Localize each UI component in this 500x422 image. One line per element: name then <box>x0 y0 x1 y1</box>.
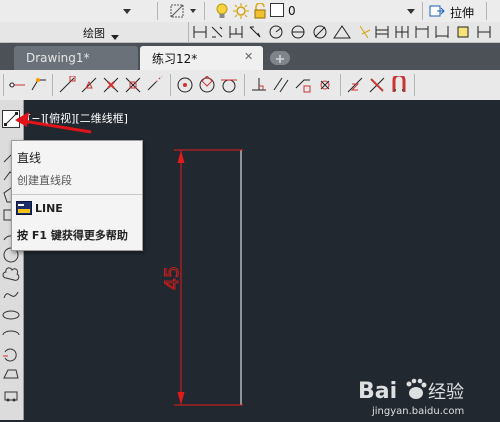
osnap-settings-icon[interactable] <box>390 76 408 94</box>
snap-extension-icon[interactable] <box>146 76 164 94</box>
snap-apparent-intersection-icon[interactable] <box>124 76 142 94</box>
object-snap-toolbar <box>0 70 500 101</box>
pointer-arrow-icon <box>15 112 92 134</box>
tooltip-command: LINE <box>35 202 63 215</box>
snap-from-icon[interactable] <box>30 76 48 94</box>
line-tool-tooltip: 直线 创建直线段 LINE 按 F1 键获得更多帮助 <box>11 140 143 251</box>
snap-node-icon[interactable] <box>316 76 334 94</box>
tooltip-divider <box>12 194 142 195</box>
tab-label: 练习12* <box>152 51 198 66</box>
dropdown-arrow-icon[interactable] <box>120 4 134 18</box>
tab-drawing1[interactable]: Drawing1* <box>14 46 138 70</box>
make-block-tool-icon[interactable] <box>2 366 20 384</box>
close-tab-icon[interactable]: ✕ <box>244 50 253 63</box>
dimension-arrow-bottom <box>177 392 185 405</box>
watermark-url: jingyan.baidu.com <box>371 406 464 417</box>
document-tab-bar: Drawing1* 练习12* ✕ <box>0 43 500 70</box>
dimension-toolbar[interactable] <box>192 24 498 40</box>
dimension-text[interactable]: 45 <box>161 265 184 290</box>
panel-label-row: 绘图 <box>0 22 500 43</box>
snap-tangent-icon[interactable] <box>220 76 238 94</box>
grid-dropdown-icon[interactable] <box>188 4 198 18</box>
layer-color-swatch[interactable] <box>270 3 284 17</box>
draw-panel-label[interactable]: 绘图 <box>83 25 105 41</box>
layer-name: 0 <box>288 4 296 18</box>
snap-endpoint-icon[interactable] <box>58 76 76 94</box>
snap-center-icon[interactable] <box>176 76 194 94</box>
snap-none-icon[interactable] <box>368 76 386 94</box>
watermark-brand: Bai <box>358 379 397 404</box>
snap-midpoint-icon[interactable] <box>80 76 98 94</box>
snap-insert-icon[interactable] <box>294 76 312 94</box>
command-line-icon <box>16 201 32 215</box>
snap-nearest-icon[interactable] <box>346 76 364 94</box>
stretch-button-label[interactable]: 拉伸 <box>450 4 474 21</box>
tooltip-title: 直线 <box>17 151 42 165</box>
lock-icon[interactable] <box>252 3 268 19</box>
snap-perpendicular-icon[interactable] <box>250 76 268 94</box>
tab-label: Drawing1* <box>26 51 90 65</box>
revision-cloud-tool-icon[interactable] <box>2 266 20 284</box>
bulb-icon[interactable] <box>215 2 229 20</box>
temp-track-point-icon[interactable] <box>8 76 26 94</box>
tab-practice12[interactable]: 练习12* ✕ <box>140 46 263 70</box>
new-tab-button[interactable] <box>270 51 290 65</box>
spline-tool-icon[interactable] <box>2 286 20 304</box>
layer-dropdown-arrow-icon[interactable] <box>404 4 418 18</box>
tooltip-description: 创建直线段 <box>17 174 72 187</box>
snap-quadrant-icon[interactable] <box>198 76 216 94</box>
tooltip-help-text: 按 F1 键获得更多帮助 <box>17 229 128 242</box>
dimension-arrow-top <box>177 150 185 163</box>
ellipse-arc-tool-icon[interactable] <box>2 326 20 344</box>
watermark-brand-suffix: 经验 <box>428 382 464 403</box>
stretch-icon[interactable] <box>428 2 446 20</box>
snap-parallel-icon[interactable] <box>272 76 290 94</box>
insert-block-tool-icon[interactable] <box>2 346 20 364</box>
point-tool-icon[interactable] <box>2 386 20 404</box>
ellipse-tool-icon[interactable] <box>2 306 20 324</box>
sun-icon[interactable] <box>233 3 249 19</box>
baidu-jingyan-watermark: Bai 经验 jingyan.baidu.com <box>356 374 496 418</box>
snap-intersection-icon[interactable] <box>102 76 120 94</box>
ribbon-toolbar: 0 拉伸 <box>0 0 500 23</box>
grid-icon[interactable] <box>168 2 186 20</box>
